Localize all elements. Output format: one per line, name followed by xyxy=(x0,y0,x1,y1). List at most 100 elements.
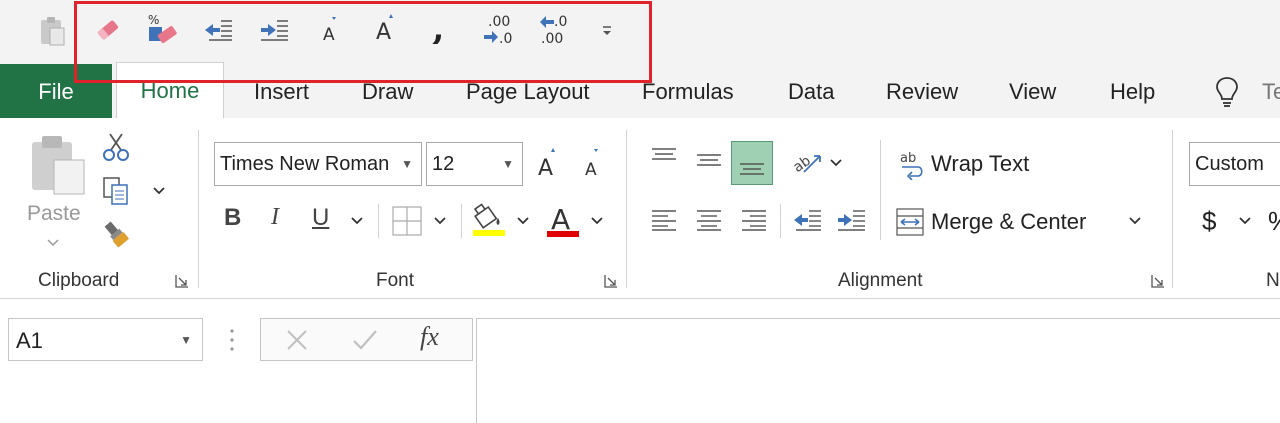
copy-icon[interactable] xyxy=(102,176,130,206)
font-separator-1 xyxy=(378,204,379,238)
tell-me-search[interactable]: Te xyxy=(1262,64,1280,118)
fill-color-bar xyxy=(473,230,505,236)
top-align-icon[interactable] xyxy=(650,146,678,168)
formula-input[interactable] xyxy=(476,318,1280,423)
currency-dropdown-chevron-icon[interactable] xyxy=(1238,216,1252,226)
font-group-label: Font xyxy=(376,270,415,291)
bottom-align-button-active[interactable] xyxy=(731,141,773,185)
font-separator xyxy=(626,130,627,288)
format-painter-brush-icon[interactable] xyxy=(102,220,130,248)
alignment-separator xyxy=(1172,130,1173,288)
font-size-value: 12 xyxy=(432,153,455,175)
name-box-dropdown-icon[interactable]: ▼ xyxy=(180,319,192,362)
tab-formulas[interactable]: Formulas xyxy=(642,64,734,118)
italic-button[interactable]: I xyxy=(271,204,279,231)
currency-button[interactable]: $ xyxy=(1202,206,1216,237)
borders-icon[interactable] xyxy=(392,206,422,236)
decrease-indent-icon[interactable] xyxy=(203,18,233,42)
ribbon-increase-indent-icon[interactable] xyxy=(836,208,866,232)
alignment-group-label: Alignment xyxy=(838,270,923,291)
tab-home[interactable]: Home xyxy=(116,62,224,118)
merge-center-dropdown-chevron-icon[interactable] xyxy=(1128,216,1142,226)
font-launcher-icon[interactable] xyxy=(604,274,618,288)
insert-function-button[interactable]: fx xyxy=(420,322,439,352)
font-size-combobox[interactable]: 12 ▼ xyxy=(426,142,523,186)
cancel-entry-icon[interactable] xyxy=(285,328,309,352)
grow-font-icon[interactable]: A xyxy=(536,146,562,178)
tab-draw[interactable]: Draw xyxy=(362,64,413,118)
merge-center-label: Merge & Center xyxy=(931,209,1087,234)
font-name-value: Times New Roman xyxy=(220,153,390,175)
font-color-icon[interactable]: A xyxy=(546,202,580,238)
number-format-combobox[interactable]: Custom xyxy=(1189,142,1280,186)
tab-view[interactable]: View xyxy=(1009,64,1056,118)
shrink-font-glyph: A xyxy=(585,160,597,178)
font-shrink-glyph: A xyxy=(323,25,335,42)
clipboard-separator xyxy=(198,130,199,288)
clipboard-launcher-icon[interactable] xyxy=(175,274,189,288)
decrease-decimal-bottom: .00 xyxy=(541,31,563,46)
fill-color-dropdown-chevron-icon[interactable] xyxy=(516,216,530,226)
tab-page-layout[interactable]: Page Layout xyxy=(466,64,590,118)
percent-glyph: % xyxy=(148,13,159,27)
name-box-value: A1 xyxy=(16,328,43,353)
increase-indent-icon[interactable] xyxy=(259,18,289,42)
shrink-font-icon[interactable]: A xyxy=(582,146,606,178)
orientation-dropdown-chevron-icon[interactable] xyxy=(829,158,843,168)
borders-dropdown-chevron-icon[interactable] xyxy=(433,216,447,226)
font-name-combobox[interactable]: Times New Roman ▼ xyxy=(214,142,422,186)
tab-insert[interactable]: Insert xyxy=(254,64,309,118)
formula-bar-grip-icon[interactable] xyxy=(229,328,235,352)
alignment-separator-1 xyxy=(780,204,781,238)
fill-color-bucket-icon[interactable] xyxy=(472,202,506,238)
clipboard-group-label: Clipboard xyxy=(38,270,120,291)
number-group-label: N xyxy=(1266,270,1280,291)
bold-button[interactable]: B xyxy=(224,204,241,232)
clear-format-icon[interactable]: % xyxy=(146,12,180,46)
tab-help[interactable]: Help xyxy=(1110,64,1155,118)
comma-style-icon[interactable]: , xyxy=(430,10,450,44)
name-box[interactable]: A1 ▼ xyxy=(8,318,203,361)
paste-icon-disabled xyxy=(38,15,68,47)
ribbon-decrease-indent-icon[interactable] xyxy=(792,208,822,232)
align-left-icon[interactable] xyxy=(650,208,678,232)
grow-font-glyph: A xyxy=(538,156,553,178)
confirm-entry-icon[interactable] xyxy=(352,328,378,352)
comma-glyph: , xyxy=(432,10,445,44)
wrap-text-icon: ab xyxy=(900,151,923,180)
increase-font-size-icon[interactable]: A xyxy=(374,12,400,42)
font-color-bar xyxy=(547,231,579,237)
decrease-decimal-top: .0 xyxy=(554,14,567,30)
paste-button[interactable] xyxy=(28,134,86,196)
merge-center-button[interactable]: Merge & Center xyxy=(896,206,1111,240)
copy-dropdown-chevron-icon[interactable] xyxy=(152,186,166,196)
paste-label: Paste xyxy=(27,202,81,225)
number-format-value: Custom xyxy=(1195,153,1264,175)
increase-decimal-icon[interactable]: .00 .0 xyxy=(482,12,514,46)
middle-align-icon[interactable] xyxy=(695,146,723,174)
font-size-dropdown-icon[interactable]: ▼ xyxy=(502,143,514,185)
font-name-dropdown-icon[interactable]: ▼ xyxy=(401,143,413,185)
paste-dropdown-chevron-icon[interactable] xyxy=(46,238,60,248)
percent-style-button[interactable]: % xyxy=(1268,206,1280,237)
tab-review[interactable]: Review xyxy=(886,64,958,118)
merge-center-icon xyxy=(896,208,924,236)
alignment-launcher-icon[interactable] xyxy=(1151,274,1165,288)
tab-file[interactable]: File xyxy=(0,64,112,118)
customize-toolbar-icon[interactable] xyxy=(600,24,614,38)
cut-scissors-icon[interactable] xyxy=(102,132,130,162)
orientation-icon[interactable]: ab xyxy=(790,146,824,176)
decrease-font-size-icon[interactable]: A xyxy=(320,14,344,42)
tab-data[interactable]: Data xyxy=(788,64,834,118)
lightbulb-icon[interactable] xyxy=(1214,76,1240,108)
eraser-icon[interactable] xyxy=(94,16,122,44)
wrap-icon-glyph: ab xyxy=(900,151,916,166)
underline-dropdown-chevron-icon[interactable] xyxy=(350,216,364,226)
align-right-icon[interactable] xyxy=(740,208,768,232)
font-color-dropdown-chevron-icon[interactable] xyxy=(590,216,604,226)
underline-button[interactable]: U xyxy=(312,204,329,232)
wrap-text-button[interactable]: ab Wrap Text xyxy=(896,148,1046,182)
font-separator-2 xyxy=(461,204,462,238)
align-center-icon[interactable] xyxy=(695,208,723,232)
decrease-decimal-icon[interactable]: .0 .00 xyxy=(538,12,570,46)
